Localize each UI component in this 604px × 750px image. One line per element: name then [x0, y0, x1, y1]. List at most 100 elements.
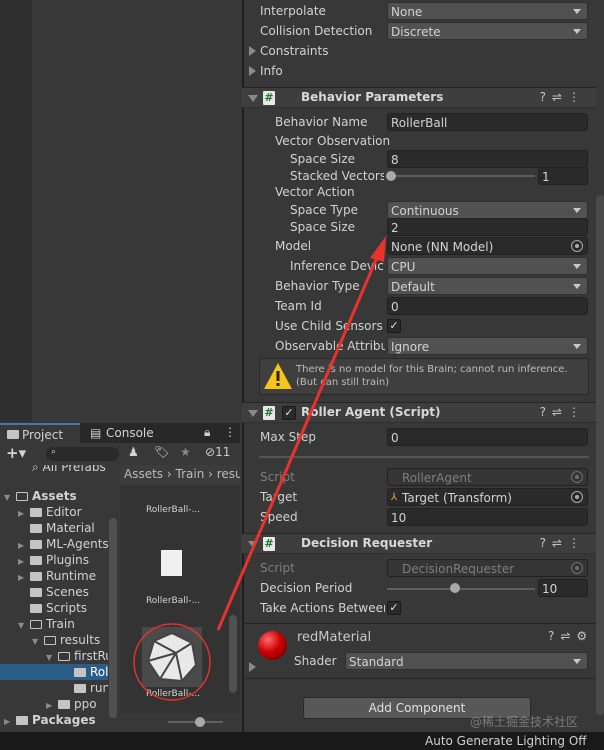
take-actions-checkbox[interactable]: ✓ — [387, 601, 401, 615]
folder-icon — [7, 430, 19, 439]
tree-label: Train — [46, 617, 75, 631]
tab-console[interactable]: ▤ Console — [84, 423, 164, 443]
interpolate-dropdown[interactable]: None — [387, 2, 588, 20]
filter-label-icon[interactable]: 🏷︎ — [154, 445, 169, 459]
folder-icon — [74, 668, 86, 677]
decision-requester-header[interactable]: # Decision Requester ?⇌⋮ — [242, 533, 596, 554]
slider-knob[interactable] — [449, 583, 460, 593]
tree-item-assets[interactable]: ▼ Assets — [4, 488, 77, 504]
component-header-icons[interactable]: ?⇌⋮ — [540, 536, 586, 550]
tree-item-all-prefabs[interactable]: ⌕ All Prefabs — [32, 465, 106, 475]
tree-item-editor[interactable]: ▶ Editor — [18, 504, 82, 520]
stacked-vectors-slider[interactable] — [390, 175, 535, 177]
tree-item-run-logs[interactable]: run_logs — [74, 680, 108, 696]
behavior-parameters-header[interactable]: # Behavior Parameters ?⇌⋮ — [242, 87, 596, 108]
tree-scrollbar[interactable] — [109, 518, 117, 718]
speed-input[interactable]: 10 — [387, 508, 588, 526]
space-type-dropdown[interactable]: Continuous — [387, 201, 588, 219]
scene-side-strip — [0, 0, 32, 422]
create-button[interactable]: +▾ — [6, 444, 26, 462]
tree-item-plugins[interactable]: ▶ Plugins — [18, 552, 89, 568]
inference-device-dropdown[interactable]: CPU — [387, 257, 588, 275]
expand-icon[interactable] — [249, 46, 256, 56]
breadcrumb-item[interactable]: Train — [176, 467, 205, 481]
inference-device-label: Inference Device — [290, 259, 384, 273]
breadcrumb-item[interactable]: results — [217, 467, 240, 481]
lock-icon[interactable]: 🔒︎ — [204, 425, 210, 440]
warning-icon — [264, 363, 292, 389]
action-space-size-input[interactable]: 2 — [387, 218, 588, 236]
watermark: @稀土掘金技术社区 — [470, 715, 579, 729]
tree-item-scenes[interactable]: Scenes — [30, 584, 89, 600]
max-step-input[interactable]: 0 — [387, 428, 588, 446]
tree-item-train[interactable]: ▼ Train — [18, 616, 75, 632]
collision-dropdown[interactable]: Discrete — [387, 22, 588, 40]
object-picker-icon[interactable] — [571, 240, 583, 252]
component-header-icons[interactable]: ?⇌⋮ — [540, 90, 586, 104]
constraints-foldout[interactable]: Constraints — [260, 42, 328, 60]
component-header-icons[interactable]: ?⇌⋮ — [540, 405, 586, 419]
collapse-icon[interactable] — [248, 541, 258, 548]
tree-item-runtime[interactable]: ▶ Runtime — [18, 568, 96, 584]
observable-attribute-dropdown[interactable]: Ignore — [387, 337, 588, 355]
filter-type-icon[interactable]: ♟ — [128, 445, 139, 459]
breadcrumb-item[interactable]: Assets — [124, 467, 163, 481]
tree-item-material[interactable]: Material — [30, 520, 95, 536]
info-foldout[interactable]: Info — [260, 62, 283, 80]
use-child-sensors-checkbox[interactable]: ✓ — [387, 319, 401, 333]
tree-label: Material — [46, 521, 95, 535]
stacked-vectors-input[interactable]: 1 — [538, 167, 588, 185]
decision-period-input[interactable]: 10 — [538, 579, 588, 597]
object-picker-icon[interactable] — [571, 491, 583, 503]
behavior-type-dropdown[interactable]: Default — [387, 277, 588, 295]
tab-label: Console — [106, 426, 154, 440]
object-picker-icon — [571, 471, 583, 483]
asset-item[interactable]: RollerBall-... — [120, 689, 226, 699]
folder-icon — [30, 588, 42, 597]
slider-knob[interactable] — [195, 717, 205, 727]
collapse-icon[interactable] — [248, 95, 258, 102]
nn-model-asset[interactable] — [142, 627, 202, 687]
roller-agent-header[interactable]: # ✓ Roller Agent (Script) ?⇌⋮ — [242, 402, 596, 423]
tree-item-firstrun[interactable]: ▼firstRun — [46, 648, 108, 664]
separator — [259, 456, 589, 458]
collapse-icon[interactable] — [248, 410, 258, 417]
obs-space-size-input[interactable]: 8 — [387, 150, 588, 168]
file-icon[interactable] — [161, 550, 182, 576]
hidden-packages-icon[interactable]: ⊘11 — [205, 445, 230, 459]
grid-scrollbar[interactable] — [229, 615, 237, 693]
expand-icon[interactable] — [249, 662, 256, 672]
tree-item-ml-agents[interactable]: ▶ ML-Agents — [18, 536, 108, 552]
object-picker-icon — [571, 562, 583, 574]
decision-period-slider[interactable] — [387, 588, 535, 590]
search-input[interactable]: ⌕ — [46, 447, 119, 461]
behavior-name-input[interactable]: RollerBall — [387, 113, 588, 131]
script-icon: # — [263, 406, 275, 420]
folder-icon — [30, 572, 42, 581]
shader-dropdown[interactable]: Standard — [345, 652, 588, 670]
shader-label: Shader — [294, 654, 337, 668]
model-field[interactable]: None (NN Model) — [387, 237, 588, 255]
expand-icon[interactable] — [249, 66, 256, 76]
component-enabled-checkbox[interactable]: ✓ — [282, 406, 296, 420]
tree-item-results[interactable]: ▼ results — [32, 632, 100, 648]
scene-view[interactable] — [0, 0, 240, 422]
tree-label: ppo — [74, 697, 97, 711]
tab-project[interactable]: Project — [0, 423, 80, 443]
asset-item[interactable]: RollerBall-... — [120, 596, 226, 606]
hidden-count: 11 — [215, 445, 231, 459]
favorites-icon[interactable]: ★ — [180, 445, 191, 459]
tree-item-packages[interactable]: ▶ Packages — [4, 712, 96, 728]
more-icon[interactable]: ⋮ — [224, 425, 236, 439]
asset-item[interactable]: RollerBall-... — [120, 505, 226, 515]
inspector-scrollbar[interactable] — [596, 195, 604, 715]
material-header-icons[interactable]: ?⇌⚙ — [548, 629, 593, 643]
tree-item-ppo[interactable]: ▶ ppo — [46, 696, 97, 712]
tree-item-scripts[interactable]: Scripts — [30, 600, 87, 616]
slider-knob[interactable] — [386, 171, 396, 181]
lighting-status[interactable]: Auto Generate Lighting Off — [425, 734, 587, 748]
target-field[interactable]: ⅄ Target (Transform) — [387, 488, 588, 506]
team-id-input[interactable]: 0 — [387, 297, 588, 315]
tree-item-rollerball[interactable]: RollerBall — [74, 664, 108, 680]
material-preview-sphere — [258, 631, 287, 660]
